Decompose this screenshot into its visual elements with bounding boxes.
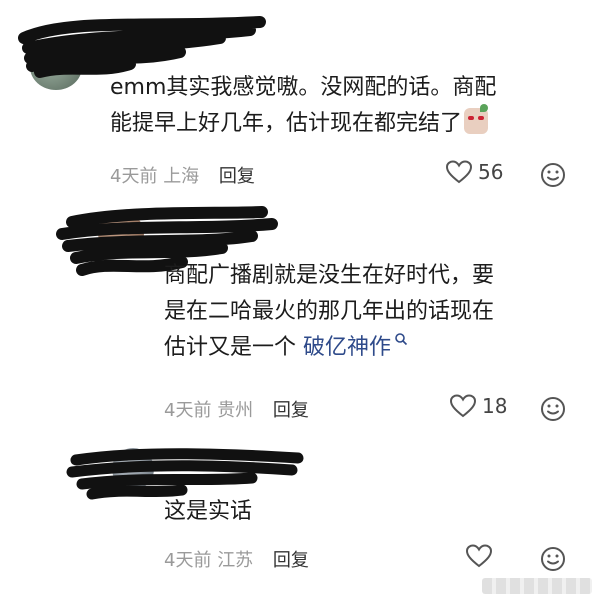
sticker-emoji [464,104,489,134]
smiley-outline-icon[interactable] [540,162,566,188]
comment-location: 江苏 [217,550,254,571]
comment-text: 商配广播剧就是没生在好时代，要 是在二哈最火的那几年出的话现在 估计又是一个 破… [164,258,494,366]
comment-text: emm其实我感觉嗷。没网配的话。商配 能提早上好几年，估计现在都完结了 [110,70,496,142]
watermark [482,578,592,594]
search-icon [395,333,408,346]
comment-location: 上海 [163,166,200,187]
comment-line: 能提早上好几年，估计现在都完结了 [110,104,496,142]
reply-button[interactable]: 回复 [273,400,309,421]
smiley-outline-icon[interactable] [540,546,566,572]
like-count: 18 [482,394,508,418]
heart-outline-icon [450,394,476,418]
comment-meta: 4天前 上海 回复 [110,162,255,188]
comment-meta: 4天前 江苏 回复 [164,546,309,572]
like-button[interactable]: 18 [450,394,507,418]
search-link[interactable]: 破亿神作 [303,335,391,360]
comment-text: 这是实话 [164,494,252,530]
comment-line: emm其实我感觉嗷。没网配的话。商配 [110,75,497,100]
comment-line: 估计又是一个 破亿神作 [164,330,494,366]
comment-line: 这是实话 [164,499,253,524]
comment-line: 商配广播剧就是没生在好时代，要 [164,263,495,288]
like-button[interactable] [466,544,498,568]
smiley-outline-icon[interactable] [540,396,566,422]
comment-meta: 4天前 贵州 回复 [164,396,309,422]
heart-outline-icon [466,544,492,568]
comment-time: 4天前 [110,166,158,187]
comment-line: 是在二哈最火的那几年出的话现在 [164,299,495,324]
like-button[interactable]: 56 [446,160,503,184]
reply-button[interactable]: 回复 [219,166,255,187]
heart-outline-icon [446,160,472,184]
comment-time: 4天前 [164,400,212,421]
reply-button[interactable]: 回复 [273,550,309,571]
like-count: 56 [478,160,504,184]
comment-time: 4天前 [164,550,212,571]
comment-location: 贵州 [217,400,254,421]
